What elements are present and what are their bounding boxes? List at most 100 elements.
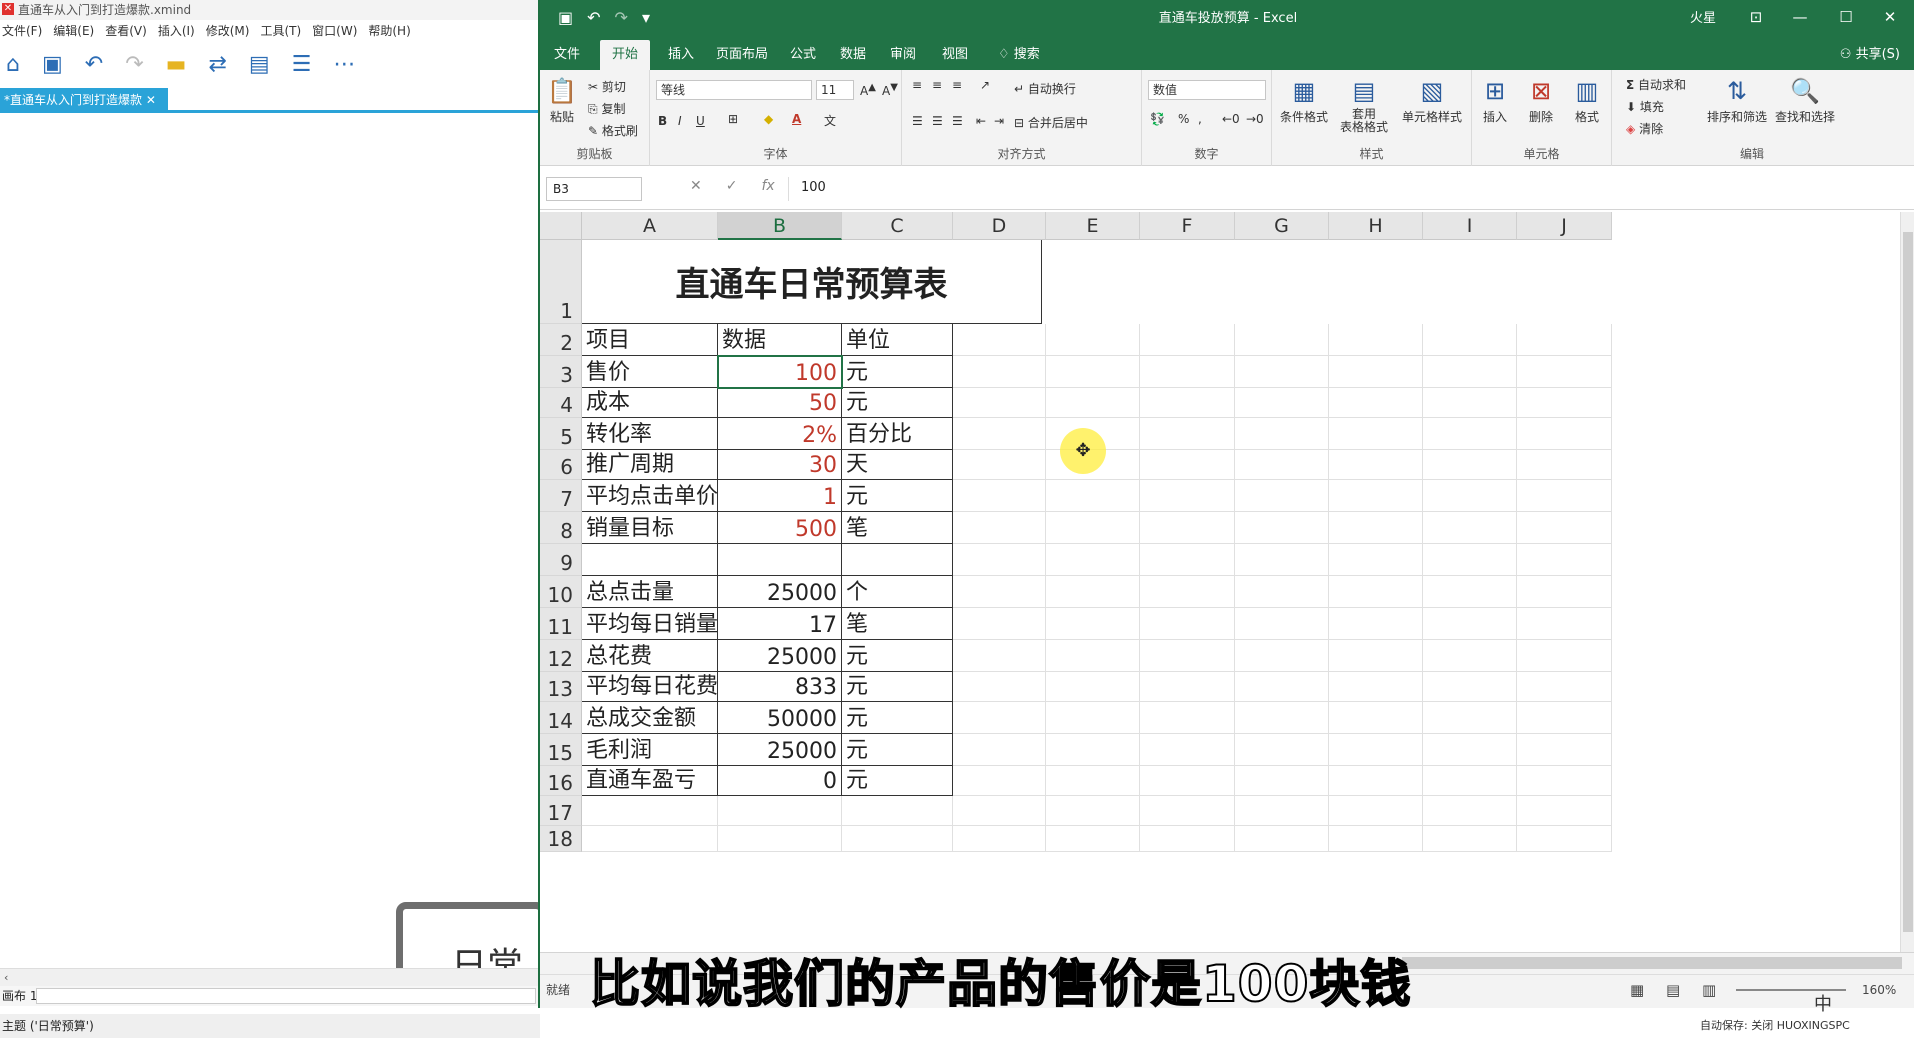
table-cell[interactable]	[1329, 672, 1423, 702]
row-header[interactable]: 7	[540, 480, 582, 512]
user-name[interactable]: 火星	[1690, 0, 1716, 38]
table-cell[interactable]	[718, 796, 842, 826]
underline-icon[interactable]: U	[696, 114, 705, 128]
phonetic-icon[interactable]: 文	[824, 112, 836, 129]
table-cell[interactable]	[1517, 702, 1612, 734]
table-cell[interactable]	[1235, 826, 1329, 852]
minimize-icon[interactable]: —	[1780, 8, 1820, 26]
table-cell[interactable]	[1046, 734, 1140, 766]
column-header-h[interactable]: H	[1329, 212, 1423, 240]
xmind-menu-modify[interactable]: 修改(M)	[204, 20, 259, 42]
table-cell[interactable]: 0	[718, 766, 842, 796]
table-cell[interactable]: 笔	[842, 608, 953, 640]
table-cell[interactable]	[1329, 480, 1423, 512]
table-cell[interactable]	[1140, 608, 1235, 640]
table-cell[interactable]: 平均点击单价	[582, 480, 718, 512]
table-cell[interactable]	[1140, 450, 1235, 480]
table-cell[interactable]	[1329, 388, 1423, 418]
column-header-c[interactable]: C	[842, 212, 953, 240]
row-header[interactable]: 3	[540, 356, 582, 388]
table-cell[interactable]	[953, 702, 1046, 734]
table-cell[interactable]	[1517, 356, 1612, 388]
wrap-text-button[interactable]: ↵ 自动换行	[1014, 80, 1076, 97]
table-cell[interactable]	[1329, 640, 1423, 672]
table-cell[interactable]: 销量目标	[582, 512, 718, 544]
table-cell[interactable]	[953, 734, 1046, 766]
sort-filter-button[interactable]: ⇅ 排序和筛选	[1704, 74, 1770, 125]
table-cell[interactable]: 25000	[718, 734, 842, 766]
table-cell[interactable]	[1517, 480, 1612, 512]
table-cell[interactable]	[1235, 324, 1329, 356]
table-cell[interactable]	[1046, 826, 1140, 852]
clear-button[interactable]: ◈ 清除	[1626, 120, 1663, 137]
table-cell[interactable]: 元	[842, 356, 953, 388]
format-as-table-button[interactable]: ▤ 套用 表格格式	[1336, 74, 1392, 134]
summary-icon[interactable]: ☰	[292, 52, 312, 77]
table-cell[interactable]	[953, 356, 1046, 388]
tab-formulas[interactable]: 公式	[778, 40, 828, 70]
table-cell[interactable]	[582, 796, 718, 826]
table-cell[interactable]	[1423, 418, 1517, 450]
vertical-scroll-thumb[interactable]	[1903, 232, 1913, 932]
number-format-select[interactable]: 数值	[1148, 80, 1266, 100]
column-header-b[interactable]: B	[718, 212, 842, 240]
table-cell[interactable]	[1140, 544, 1235, 576]
table-cell[interactable]	[1046, 702, 1140, 734]
row-header[interactable]: 6	[540, 450, 582, 480]
xmind-menu-tools[interactable]: 工具(T)	[258, 20, 310, 42]
font-name-select[interactable]: 等线	[656, 80, 812, 100]
formula-input[interactable]: 100	[788, 177, 1904, 201]
table-cell[interactable]: 2%	[718, 418, 842, 450]
table-cell[interactable]	[953, 544, 1046, 576]
table-cell[interactable]	[1517, 796, 1612, 826]
xmind-menu-help[interactable]: 帮助(H)	[366, 20, 419, 42]
table-cell[interactable]	[1235, 480, 1329, 512]
table-cell[interactable]	[1517, 826, 1612, 852]
table-cell[interactable]	[1235, 356, 1329, 388]
table-cell[interactable]	[1235, 418, 1329, 450]
table-cell[interactable]	[1140, 826, 1235, 852]
column-header-a[interactable]: A	[582, 212, 718, 240]
table-cell[interactable]	[1235, 734, 1329, 766]
table-cell[interactable]	[1140, 702, 1235, 734]
sheet-title-cell[interactable]: 直通车日常预算表	[582, 240, 1042, 324]
table-cell[interactable]	[1329, 608, 1423, 640]
column-header-f[interactable]: F	[1140, 212, 1235, 240]
ime-indicator[interactable]: 中	[1814, 990, 1832, 1016]
maximize-icon[interactable]: ☐	[1826, 8, 1866, 26]
table-cell[interactable]	[1046, 672, 1140, 702]
table-cell[interactable]	[1235, 640, 1329, 672]
header-cell[interactable]: 项目	[582, 324, 718, 356]
table-cell[interactable]	[1517, 734, 1612, 766]
page-break-icon[interactable]: ▥	[1702, 975, 1716, 1005]
table-cell[interactable]: 售价	[582, 356, 718, 388]
table-cell[interactable]	[1329, 544, 1423, 576]
table-cell[interactable]: 总点击量	[582, 576, 718, 608]
table-cell[interactable]	[1046, 640, 1140, 672]
table-cell[interactable]: 25000	[718, 640, 842, 672]
table-cell[interactable]: 元	[842, 734, 953, 766]
align-middle-icon[interactable]: ≡	[932, 78, 942, 92]
table-cell[interactable]: 成本	[582, 388, 718, 418]
align-bottom-icon[interactable]: ≡	[952, 78, 962, 92]
table-cell[interactable]: 平均每日花费	[582, 672, 718, 702]
table-cell[interactable]	[1046, 480, 1140, 512]
italic-icon[interactable]: I	[678, 114, 682, 128]
row-header[interactable]: 9	[540, 544, 582, 576]
table-cell[interactable]	[1517, 388, 1612, 418]
table-cell[interactable]: 总成交金额	[582, 702, 718, 734]
table-cell[interactable]	[1423, 356, 1517, 388]
table-cell[interactable]: 元	[842, 640, 953, 672]
table-cell[interactable]	[1329, 576, 1423, 608]
row-header[interactable]: 5	[540, 418, 582, 450]
table-cell[interactable]	[1046, 388, 1140, 418]
table-cell[interactable]: 平均每日销量	[582, 608, 718, 640]
row-header[interactable]: 10	[540, 576, 582, 608]
grow-font-icon[interactable]: A▲	[860, 82, 876, 98]
merge-center-button[interactable]: ⊟ 合并后居中	[1014, 114, 1088, 131]
comma-icon[interactable]: ,	[1198, 112, 1202, 126]
boundary-icon[interactable]: ▤	[249, 52, 270, 77]
table-cell[interactable]	[1517, 672, 1612, 702]
table-cell[interactable]	[1423, 702, 1517, 734]
table-cell[interactable]	[1046, 324, 1140, 356]
